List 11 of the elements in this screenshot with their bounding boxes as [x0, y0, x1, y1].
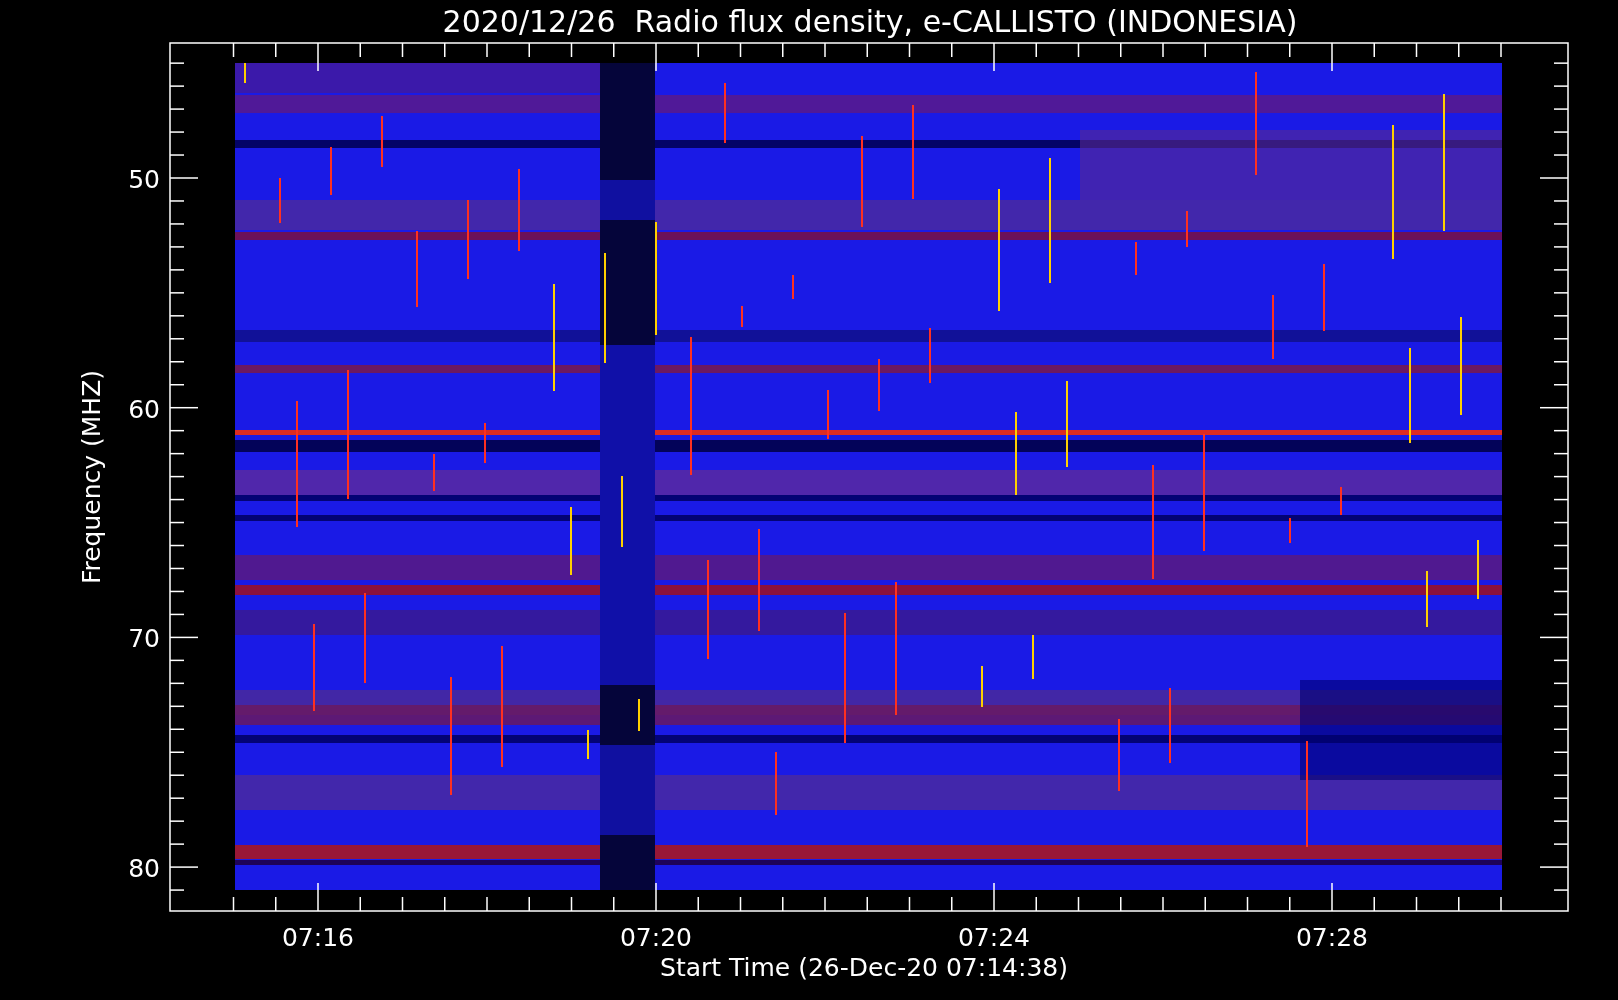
x-tick-label: 07:16: [282, 923, 354, 952]
x-tick-label: 07:28: [1296, 923, 1368, 952]
y-axis-title: Frequency (MHZ): [77, 369, 106, 585]
x-tick-label: 07:20: [620, 923, 692, 952]
chart-title: 2020/12/26 Radio flux density, e-CALLISTO (INDONESIA): [442, 4, 1298, 39]
y-tick-label: 70: [128, 624, 160, 654]
x-tick-label: 07:24: [958, 923, 1030, 952]
x-axis-title: Start Time (26-Dec-20 07:14:38): [660, 953, 1068, 982]
y-tick-label: 80: [128, 854, 160, 884]
y-tick-label: 50: [128, 165, 160, 194]
y-tick-label: 60: [128, 394, 160, 424]
